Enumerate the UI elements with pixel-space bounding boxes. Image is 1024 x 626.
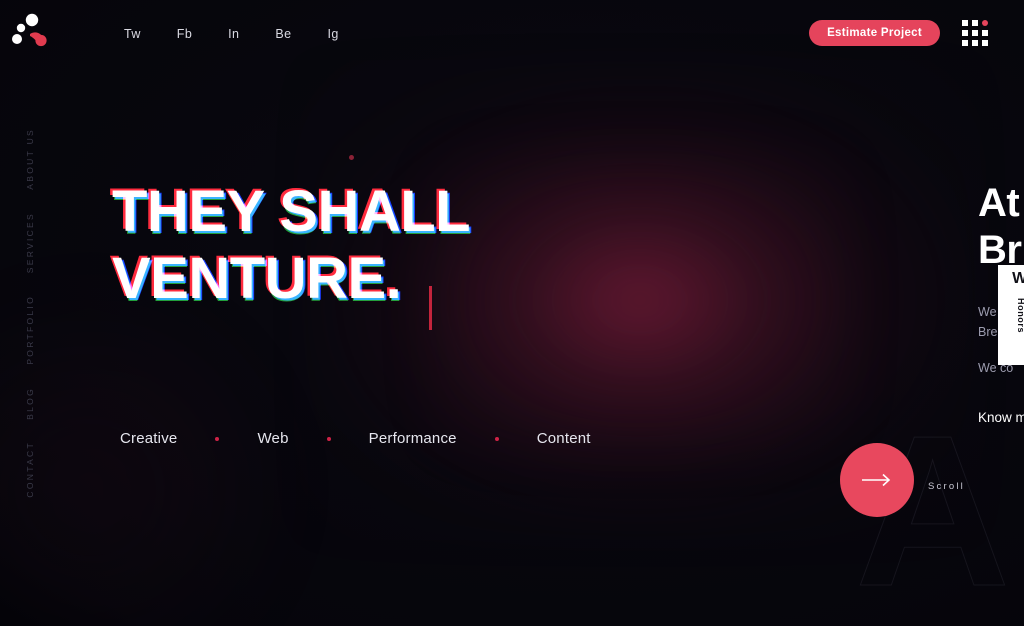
headline-line-2: VENTURE. VENTURE. VENTURE. VENTURE. bbox=[110, 244, 470, 314]
page-stage: A Tw Fb In Be Ig Estimate Project ABOUT … bbox=[0, 0, 1024, 626]
headline-line-2-text: VENTURE. bbox=[112, 246, 402, 312]
tag-separator-dot-1 bbox=[215, 436, 220, 441]
honors-award-card[interactable]: W. Honors bbox=[998, 265, 1024, 365]
grid-dot-7 bbox=[962, 40, 968, 46]
sidebar-item-about-us[interactable]: ABOUT US bbox=[25, 128, 35, 190]
background-glow-soft bbox=[430, 150, 850, 450]
side-nav: ABOUT US SERVICES PORTFOLIO BLOG CONTACT bbox=[0, 128, 60, 558]
hero-tag-performance[interactable]: Performance bbox=[369, 430, 457, 447]
arrow-right-icon bbox=[862, 473, 891, 487]
hero-section: THEY SHALL THEY SHALL THEY SHALL THEY SH… bbox=[110, 150, 590, 447]
next-section-panel: At Br We Bre We co Know m W. Honors bbox=[978, 180, 1024, 427]
tag-separator-dot-3 bbox=[494, 436, 499, 441]
logo-icon bbox=[12, 13, 47, 47]
grid-dot-2 bbox=[972, 20, 978, 26]
scroll-label: Scroll bbox=[928, 481, 965, 492]
grid-dot-1 bbox=[962, 20, 968, 26]
know-more-link[interactable]: Know m bbox=[978, 410, 1024, 425]
sidebar-item-blog[interactable]: BLOG bbox=[25, 387, 35, 420]
nav-twitter[interactable]: Tw bbox=[118, 24, 147, 44]
estimate-project-button[interactable]: Estimate Project bbox=[809, 20, 940, 46]
social-nav: Tw Fb In Be Ig bbox=[118, 24, 345, 44]
nav-linkedin[interactable]: In bbox=[222, 24, 245, 44]
honors-card-mark: W. bbox=[1012, 270, 1024, 287]
nav-instagram[interactable]: Ig bbox=[322, 24, 345, 44]
hero-tag-creative[interactable]: Creative bbox=[120, 430, 177, 447]
sidebar-item-portfolio[interactable]: PORTFOLIO bbox=[25, 295, 35, 365]
grid-dot-4 bbox=[962, 30, 968, 36]
hero-headline: THEY SHALL THEY SHALL THEY SHALL THEY SH… bbox=[110, 177, 474, 330]
sidebar-item-services[interactable]: SERVICES bbox=[25, 212, 35, 273]
sidebar-item-contact[interactable]: CONTACT bbox=[25, 441, 35, 498]
hero-tag-list: Creative Web Performance Content bbox=[120, 430, 591, 447]
grid-menu-icon[interactable] bbox=[962, 20, 990, 46]
agency-logo[interactable] bbox=[10, 8, 58, 52]
nav-facebook[interactable]: Fb bbox=[171, 24, 198, 44]
hero-tag-web[interactable]: Web bbox=[257, 430, 288, 447]
scroll-next-button[interactable] bbox=[840, 443, 914, 517]
grid-dot-9 bbox=[982, 40, 988, 46]
hero-accent-dot bbox=[349, 155, 354, 160]
nav-behance[interactable]: Be bbox=[269, 24, 297, 44]
grid-dot-5 bbox=[972, 30, 978, 36]
grid-dot-8 bbox=[972, 40, 978, 46]
typing-cursor bbox=[429, 286, 432, 330]
panel-title-line-1: At bbox=[978, 181, 1020, 225]
grid-dot-3-accent bbox=[982, 20, 988, 26]
honors-card-label: Honors bbox=[1016, 298, 1024, 334]
grid-dot-6 bbox=[982, 30, 988, 36]
headline-line-1-text: THEY SHALL bbox=[112, 179, 471, 244]
site-header: Tw Fb In Be Ig Estimate Project bbox=[0, 0, 1024, 64]
headline-line-1: THEY SHALL THEY SHALL THEY SHALL THEY SH… bbox=[110, 177, 474, 247]
hero-tag-content[interactable]: Content bbox=[537, 430, 591, 447]
tag-separator-dot-2 bbox=[326, 436, 331, 441]
